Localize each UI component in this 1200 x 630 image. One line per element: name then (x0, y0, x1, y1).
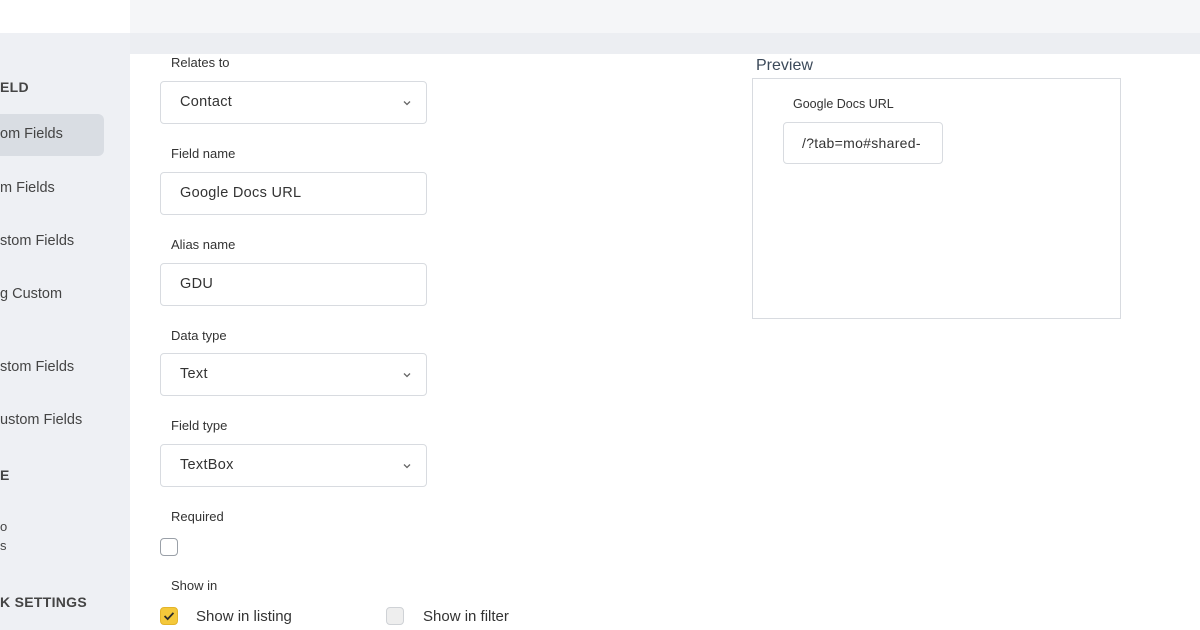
required-checkbox[interactable] (160, 538, 178, 556)
top-header (130, 0, 1200, 33)
sidebar: ELD om Fields m Fields stom Fields g Cus… (0, 0, 130, 630)
sidebar-item-custom-fields-4[interactable]: g Custom (0, 286, 62, 302)
field-type-value: TextBox (180, 457, 234, 473)
relates-to-label: Relates to (171, 55, 230, 70)
chevron-down-icon (403, 101, 411, 106)
sidebar-item-fragment[interactable]: o (0, 519, 7, 534)
chevron-down-icon (403, 464, 411, 469)
show-in-filter-checkbox[interactable] (386, 607, 404, 625)
relates-to-select[interactable]: Contact (160, 81, 427, 124)
sidebar-section-heading: ELD (0, 79, 29, 95)
sidebar-section-heading-settings: K SETTINGS (0, 594, 88, 610)
preview-title: Preview (756, 57, 813, 74)
sidebar-item-custom-fields-6[interactable]: ustom Fields (0, 412, 82, 428)
field-name-input[interactable]: Google Docs URL (160, 172, 427, 215)
field-name-label: Field name (171, 146, 236, 161)
show-in-listing-checkbox[interactable] (160, 607, 178, 625)
field-name-value: Google Docs URL (180, 185, 302, 201)
data-type-select[interactable]: Text (160, 353, 427, 396)
sidebar-item-fragment-2[interactable]: s (0, 538, 7, 553)
alias-name-label: Alias name (171, 237, 236, 252)
sidebar-section-heading-2: E (0, 467, 10, 483)
sidebar-item-custom-fields-2[interactable]: m Fields (0, 180, 55, 196)
sidebar-item-contact-custom-fields[interactable]: om Fields (0, 126, 63, 142)
sidebar-item-custom-fields-5[interactable]: stom Fields (0, 359, 74, 375)
data-type-value: Text (180, 366, 208, 382)
preview-field-value: /?tab=mo#shared- (802, 135, 921, 151)
relates-to-value: Contact (180, 94, 233, 110)
show-in-filter-label[interactable]: Show in filter (423, 608, 509, 625)
show-in-listing-label[interactable]: Show in listing (196, 608, 292, 625)
sidebar-item-custom-fields-3[interactable]: stom Fields (0, 233, 74, 249)
show-in-label: Show in (171, 578, 218, 593)
preview-panel: Google Docs URL /?tab=mo#shared- (752, 78, 1121, 319)
data-type-label: Data type (171, 328, 227, 343)
field-type-label: Field type (171, 418, 228, 433)
alias-name-input[interactable]: GDU (160, 263, 427, 306)
chevron-down-icon (403, 373, 411, 378)
field-type-select[interactable]: TextBox (160, 444, 427, 487)
sidebar-logo-area (0, 0, 130, 33)
alias-name-value: GDU (180, 276, 214, 292)
header-divider-strip (130, 33, 1200, 54)
checkmark-icon (163, 612, 175, 621)
required-label: Required (171, 509, 224, 524)
preview-field-label: Google Docs URL (793, 97, 894, 111)
preview-field-input[interactable]: /?tab=mo#shared- (783, 122, 943, 164)
